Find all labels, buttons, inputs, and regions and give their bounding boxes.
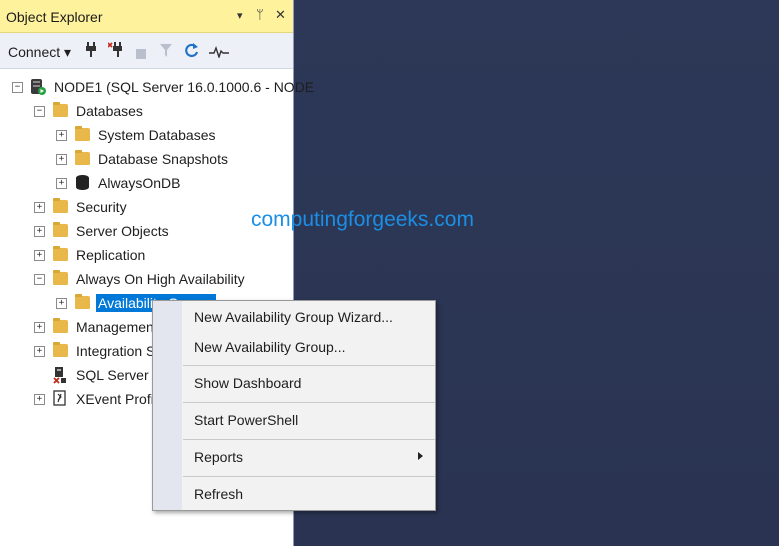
tree-node-security[interactable]: + Security (0, 196, 293, 220)
folder-icon (53, 246, 68, 261)
xevent-icon (53, 390, 67, 409)
panel-title: Object Explorer (6, 9, 103, 25)
tree-label: AlwaysOnDB (98, 175, 181, 191)
refresh-icon[interactable] (185, 43, 199, 61)
submenu-arrow-icon (418, 452, 423, 460)
tree-node-alwaysondb[interactable]: + AlwaysOnDB (0, 172, 293, 196)
tree-node-always-on[interactable]: − Always On High Availability (0, 268, 293, 292)
dropdown-icon[interactable]: ▾ (237, 9, 243, 22)
collapse-icon[interactable]: − (12, 82, 23, 93)
folder-icon (75, 294, 90, 309)
expand-icon[interactable]: + (34, 322, 45, 333)
folder-icon (53, 270, 68, 285)
tree-label: Management (76, 319, 158, 335)
object-explorer-title-bar: Object Explorer ▾ ᛘ ✕ (0, 0, 293, 33)
expand-icon[interactable]: + (34, 346, 45, 357)
folder-icon (53, 222, 68, 237)
expand-icon[interactable]: + (34, 226, 45, 237)
menu-separator (183, 476, 435, 477)
close-icon[interactable]: ✕ (275, 7, 286, 23)
expand-icon[interactable]: + (34, 250, 45, 261)
tree-label: Always On High Availability (76, 271, 245, 287)
menu-separator (183, 402, 435, 403)
tree-node-databases[interactable]: − Databases (0, 100, 293, 124)
menu-item-new-ag[interactable]: New Availability Group... (194, 339, 345, 355)
tree-node-system-databases[interactable]: + System Databases (0, 124, 293, 148)
database-icon (76, 175, 89, 190)
server-icon (30, 78, 46, 99)
menu-separator (183, 439, 435, 440)
expand-icon[interactable]: + (34, 394, 45, 405)
expand-icon[interactable]: + (34, 202, 45, 213)
tree-label: Replication (76, 247, 146, 263)
tree-label: System Databases (98, 127, 216, 143)
expand-icon[interactable]: + (56, 154, 67, 165)
tree-node-database-snapshots[interactable]: + Database Snapshots (0, 148, 293, 172)
expand-icon[interactable]: + (56, 298, 67, 309)
context-menu-gutter (153, 301, 182, 510)
folder-icon (53, 342, 68, 357)
collapse-icon[interactable]: − (34, 274, 45, 285)
folder-icon (75, 126, 90, 141)
tree-label: Security (76, 199, 127, 215)
folder-icon (53, 102, 68, 117)
tree-node-server-objects[interactable]: + Server Objects (0, 220, 293, 244)
menu-item-show-dashboard[interactable]: Show Dashboard (194, 375, 301, 391)
menu-item-start-powershell[interactable]: Start PowerShell (194, 412, 298, 428)
menu-item-reports[interactable]: Reports (194, 449, 243, 465)
stop-icon[interactable] (136, 46, 146, 62)
agent-icon (52, 366, 68, 387)
folder-icon (53, 198, 68, 213)
activity-monitor-icon[interactable] (209, 45, 229, 61)
tree-label: NODE1 (SQL Server 16.0.1000.6 - NODE (54, 79, 315, 95)
object-explorer-toolbar: Connect ▾ (0, 33, 293, 69)
expand-icon[interactable]: + (56, 178, 67, 189)
tree-node-replication[interactable]: + Replication (0, 244, 293, 268)
filter-icon[interactable] (160, 44, 172, 60)
connect-button[interactable]: Connect ▾ (8, 44, 71, 61)
tree-label: Server Objects (76, 223, 169, 239)
tree-label: Database Snapshots (98, 151, 228, 167)
folder-icon (53, 318, 68, 333)
watermark-text: computingforgeeks.com (251, 208, 474, 231)
tree-label: Databases (76, 103, 143, 119)
disconnect-icon[interactable] (107, 42, 126, 61)
menu-item-refresh[interactable]: Refresh (194, 486, 243, 502)
connect-plug-icon[interactable] (85, 42, 97, 61)
pin-icon[interactable]: ᛘ (256, 7, 264, 22)
menu-separator (183, 365, 435, 366)
context-menu: New Availability Group Wizard... New Ava… (152, 300, 436, 511)
folder-icon (75, 150, 90, 165)
tree-node-server[interactable]: − NODE1 (SQL Server 16.0.1000.6 - NODE (0, 76, 314, 100)
menu-item-new-ag-wizard[interactable]: New Availability Group Wizard... (194, 309, 393, 325)
expand-icon[interactable]: + (56, 130, 67, 141)
collapse-icon[interactable]: − (34, 106, 45, 117)
